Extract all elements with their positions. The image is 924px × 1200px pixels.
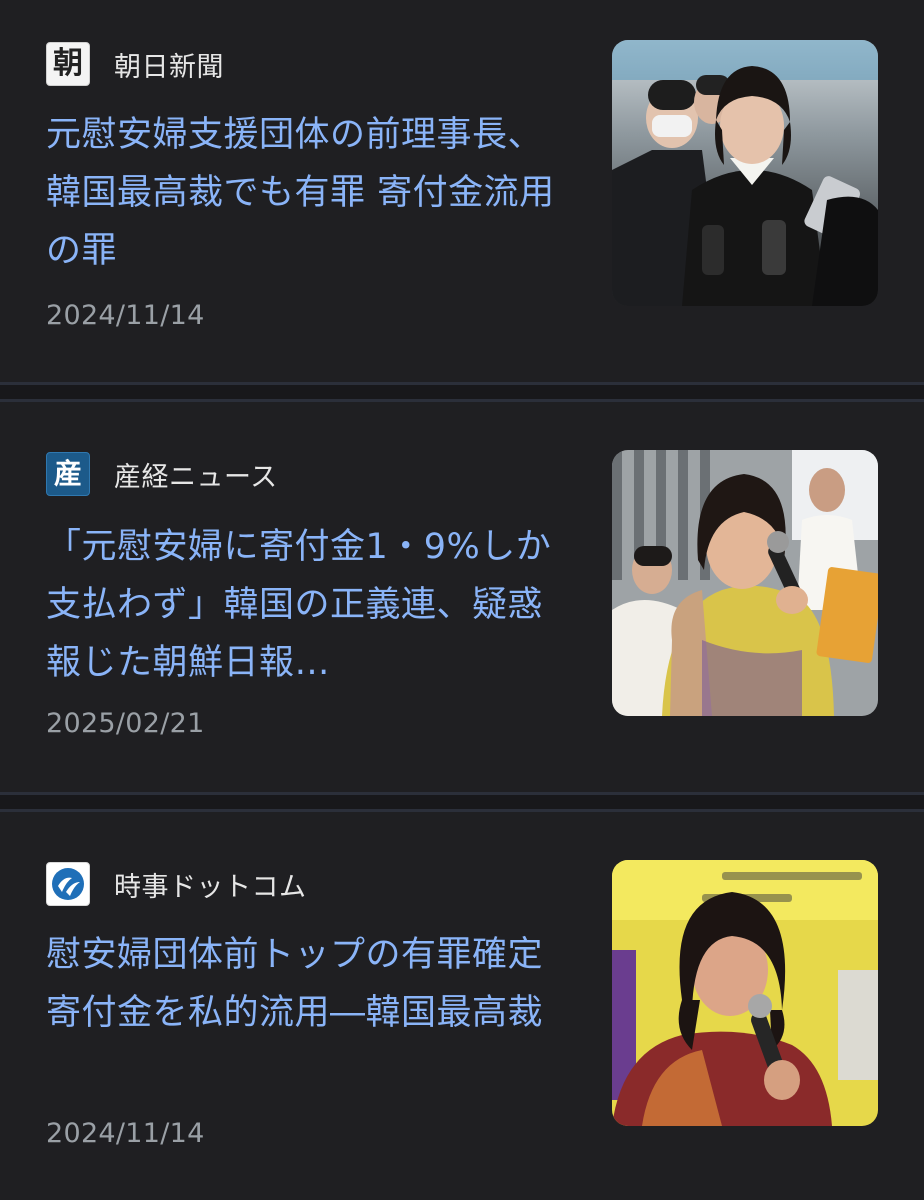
source-name: 時事ドットコム <box>114 871 307 903</box>
card-divider <box>0 792 924 812</box>
news-feed: 朝 朝日新聞 元慰安婦支援団体の前理事長、韓国最高裁でも有罪 寄付金流用の罪 2… <box>0 0 924 1200</box>
source-name: 朝日新聞 <box>114 51 224 83</box>
source-row: 朝 朝日新聞 <box>46 42 224 86</box>
source-row: 時事ドットコム <box>46 862 307 906</box>
jiji-logo-mark <box>52 868 84 900</box>
thumbnail-image <box>612 40 878 306</box>
source-row: 産 産経ニュース <box>46 452 278 496</box>
headline-link[interactable]: 慰安婦団体前トップの有罪確定 寄付金を私的流用―韓国最高裁 <box>46 926 566 1042</box>
asahi-logo-icon: 朝 <box>46 42 90 86</box>
headline-link[interactable]: 「元慰安婦に寄付金1・9%しか支払わず」韓国の正義連、疑惑報じた朝鮮日報… <box>46 518 566 692</box>
sankei-logo-glyph: 産 <box>53 457 82 490</box>
news-card-jiji[interactable]: 時事ドットコム 慰安婦団体前トップの有罪確定 寄付金を私的流用―韓国最高裁 20… <box>0 812 924 1200</box>
asahi-logo-glyph: 朝 <box>53 46 83 81</box>
source-name: 産経ニュース <box>114 461 278 493</box>
news-card-asahi[interactable]: 朝 朝日新聞 元慰安婦支援団体の前理事長、韓国最高裁でも有罪 寄付金流用の罪 2… <box>0 0 924 382</box>
publish-date: 2024/11/14 <box>46 1118 205 1149</box>
thumbnail-image <box>612 450 878 716</box>
publish-date: 2025/02/21 <box>46 708 205 739</box>
article-thumbnail[interactable] <box>612 450 878 716</box>
jiji-logo-icon <box>46 862 90 906</box>
thumbnail-image <box>612 860 878 1126</box>
article-thumbnail[interactable] <box>612 860 878 1126</box>
publish-date: 2024/11/14 <box>46 300 205 331</box>
news-card-sankei[interactable]: 産 産経ニュース 「元慰安婦に寄付金1・9%しか支払わず」韓国の正義連、疑惑報じ… <box>0 402 924 792</box>
sankei-logo-icon: 産 <box>46 452 90 496</box>
headline-link[interactable]: 元慰安婦支援団体の前理事長、韓国最高裁でも有罪 寄付金流用の罪 <box>46 106 566 280</box>
card-divider <box>0 382 924 402</box>
article-thumbnail[interactable] <box>612 40 878 306</box>
